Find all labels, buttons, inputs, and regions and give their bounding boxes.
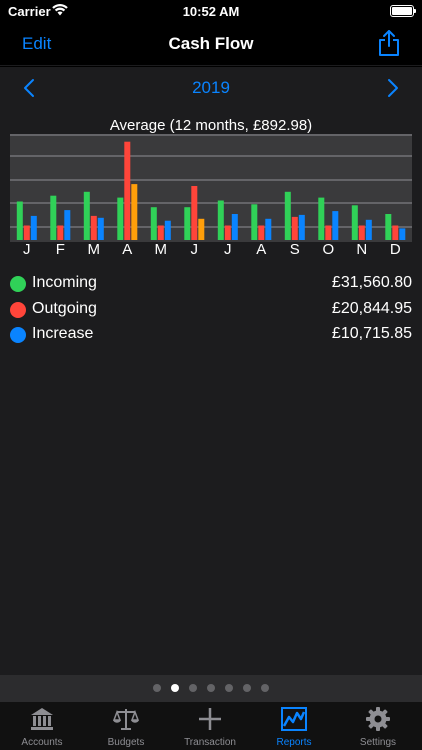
bank-icon [31,708,53,730]
status-time: 10:52 AM [182,4,240,19]
page-dot[interactable] [153,684,161,692]
navigation-bar: Edit Cash Flow [0,22,422,66]
chart-icon [281,707,307,731]
legend-row-incoming: Incoming £31,560.80 [10,273,412,297]
status-bar: Carrier 10:52 AM [0,0,422,22]
month-label: F [55,241,65,258]
legend-label: Increase [32,325,94,342]
bar-outgoing [392,225,399,240]
share-icon[interactable] [378,29,400,57]
month-label: J [23,241,31,258]
legend-value: £31,560.80 [331,274,412,291]
bar-incoming [117,197,124,240]
page-dot[interactable] [243,684,251,692]
page-dot[interactable] [189,684,197,692]
bar-outgoing [291,216,298,240]
bar-increase [30,215,37,240]
bar-increase [265,218,272,240]
bar-incoming [284,191,291,240]
page-dot[interactable] [171,684,179,692]
bar-incoming [16,201,23,240]
page-dot[interactable] [207,684,215,692]
month-label: A [256,241,267,258]
tab-accounts[interactable]: Accounts [0,702,84,750]
plus-icon [199,708,221,730]
report-content: Average (12 months, £892.98) J F M A M J J A S O N… [0,109,422,675]
bar-outgoing [191,186,198,240]
bar-increase [365,219,372,240]
legend-row-outgoing: Outgoing £20,844.95 [10,299,412,323]
chart-title: Average (12 months, £892.98) [109,117,313,134]
bar-incoming [217,200,224,240]
month-label: M [87,241,101,258]
gear-icon [366,707,390,731]
chevron-right-icon[interactable] [386,77,400,99]
page-title: Cash Flow [168,34,254,53]
tab-bar: Accounts Budgets Transaction Reports Set… [0,701,422,750]
tab-label: Settings [359,737,397,748]
month-label: D [389,241,401,258]
tab-reports[interactable]: Reports [252,702,336,750]
bar-increase [399,228,406,240]
tab-budgets[interactable]: Budgets [84,702,168,750]
bar-increase [231,214,238,240]
bar-incoming [50,195,57,240]
bar-increase [298,214,305,240]
legend-row-increase: Increase £10,715.85 [10,324,412,348]
legend-label: Incoming [32,274,97,291]
bar-outgoing [23,225,30,240]
tab-settings[interactable]: Settings [336,702,420,750]
bar-incoming [351,205,358,240]
month-label: J [224,241,232,258]
month-label: A [122,241,133,258]
bar-incoming [184,207,191,240]
bar-incoming [385,214,392,240]
battery-icon [390,5,416,17]
bar-series-3 [131,184,138,240]
legend-label: Outgoing [32,300,97,317]
bar-outgoing [90,215,97,240]
bar-outgoing [258,225,265,240]
year-label: 2019 [192,78,230,97]
bar-incoming [251,204,258,240]
bar-increase [64,210,71,240]
bar-increase [97,217,104,240]
scales-icon [113,709,139,730]
month-label: S [289,241,300,258]
tab-transaction[interactable]: Transaction [168,702,252,750]
bar-incoming [318,197,325,240]
tab-label: Budgets [107,737,145,748]
month-label: N [356,241,368,258]
bar-outgoing [224,225,231,240]
bar-incoming [150,207,157,240]
page-indicator[interactable] [0,675,422,701]
page-dot[interactable] [261,684,269,692]
bar-outgoing [157,225,164,240]
month-label: O [322,241,335,258]
tab-label: Transaction [184,737,236,748]
increase-dot-icon [10,327,26,343]
outgoing-dot-icon [10,302,26,318]
bar-outgoing [124,141,131,240]
bar-outgoing [325,225,332,240]
bar-increase [164,220,171,240]
bar-outgoing [358,225,365,240]
bar-series-3 [198,218,205,240]
cash-flow-chart [10,134,412,242]
bar-increase [332,211,339,240]
month-label: M [154,241,168,258]
year-selector: 2019 [0,67,422,109]
month-label: J [190,241,199,258]
tab-label: Reports [276,737,312,748]
bar-outgoing [57,225,64,240]
bar-incoming [83,191,90,240]
legend-value: £10,715.85 [331,325,412,342]
page-dot[interactable] [225,684,233,692]
tab-label: Accounts [21,737,63,748]
legend-value: £20,844.95 [331,300,412,317]
incoming-dot-icon [10,276,26,292]
